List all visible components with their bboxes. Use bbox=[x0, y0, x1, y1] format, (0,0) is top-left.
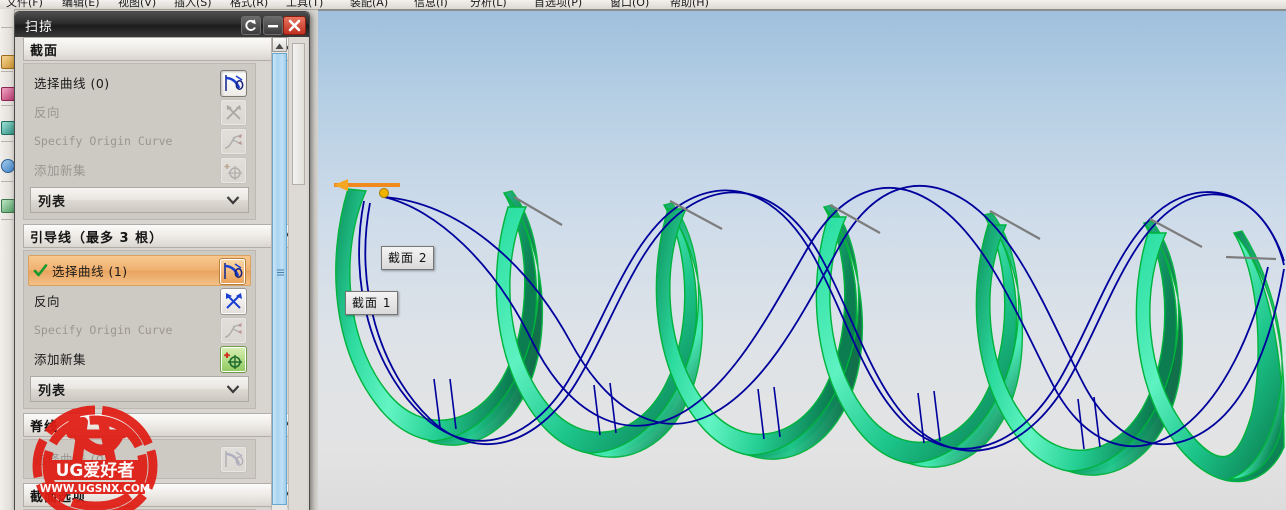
surface-icon[interactable] bbox=[1, 199, 15, 213]
helix-model bbox=[334, 179, 1285, 483]
toolbar-separator bbox=[1, 71, 13, 72]
minimize-button[interactable] bbox=[263, 16, 283, 35]
group-header-spine[interactable]: 脊线 bbox=[23, 413, 301, 437]
datum-plane-icon[interactable] bbox=[1, 55, 15, 69]
dialog-scrollbar[interactable] bbox=[271, 37, 287, 510]
close-button[interactable] bbox=[283, 16, 306, 35]
dialog-title: 扫掠 bbox=[25, 20, 54, 35]
toolbar-separator bbox=[1, 141, 13, 142]
menu-item-edit[interactable]: 编辑(E) bbox=[62, 0, 100, 9]
group-header-section-options[interactable]: 截面选项 bbox=[23, 483, 301, 507]
toolbar-separator bbox=[1, 27, 13, 28]
left-toolbar[interactable] bbox=[0, 9, 15, 510]
menu-item-view[interactable]: 视图(V) bbox=[118, 0, 156, 9]
specify-origin-curve-glyph bbox=[224, 323, 242, 338]
reverse-direction-glyph bbox=[226, 105, 241, 120]
specify-origin-curve-glyph bbox=[224, 134, 242, 149]
toolbar-separator bbox=[1, 219, 13, 220]
dialog-outer-scrollbar[interactable] bbox=[288, 37, 307, 510]
menu-item-format[interactable]: 格式(R) bbox=[230, 0, 268, 9]
group-body-guides: 选择曲线 (1) 反向 Specify Origin Curve 添加新集 列表 bbox=[23, 250, 256, 409]
group-header-guides[interactable]: 引导线（最多 3 根） bbox=[23, 224, 301, 248]
group-body-section: 选择曲线 (0) 反向 Specify Origin Curve 添加新集 列表 bbox=[23, 63, 256, 220]
row-reverse-direction-guides[interactable]: 反向 bbox=[28, 286, 251, 315]
select-curve-icon[interactable] bbox=[219, 258, 246, 285]
select-curve-glyph bbox=[225, 451, 244, 467]
group-body-spine: 选择曲线 (0) bbox=[23, 439, 256, 479]
row-specify-origin-curve-section: Specify Origin Curve bbox=[28, 126, 251, 155]
select-curve-glyph bbox=[225, 75, 244, 91]
select-curve-icon bbox=[220, 446, 247, 473]
row-select-curve-guides[interactable]: 选择曲线 (1) bbox=[28, 255, 251, 286]
reverse-direction-icon bbox=[220, 99, 247, 126]
minimize-icon bbox=[268, 25, 278, 28]
scrollbar-grip-icon bbox=[277, 269, 284, 276]
reverse-direction-icon[interactable] bbox=[220, 288, 247, 315]
row-select-curve-section[interactable]: 选择曲线 (0) bbox=[28, 68, 251, 97]
specify-origin-curve-icon bbox=[220, 317, 247, 344]
row-label: 反向 bbox=[34, 105, 61, 120]
reset-button[interactable] bbox=[241, 16, 261, 35]
list-label: 列表 bbox=[38, 194, 67, 210]
sweep-dialog[interactable]: 扫掠 截面 选择曲线 (0) 反向 Specify Origin Curve 添… bbox=[14, 11, 310, 510]
sweep-icon[interactable] bbox=[1, 159, 15, 173]
add-new-set-glyph bbox=[224, 164, 242, 180]
dialog-titlebar[interactable]: 扫掠 bbox=[15, 12, 309, 38]
group-header-section[interactable]: 截面 bbox=[23, 37, 301, 61]
row-specify-origin-curve-guides: Specify Origin Curve bbox=[28, 315, 251, 344]
reset-icon bbox=[245, 19, 256, 31]
chevron-down-icon bbox=[226, 196, 240, 205]
sketch-icon[interactable] bbox=[1, 87, 15, 101]
outer-scrollbar-thumb[interactable] bbox=[292, 43, 305, 185]
close-icon bbox=[288, 19, 301, 32]
specify-origin-curve-icon bbox=[220, 128, 247, 155]
row-add-new-set-guides[interactable]: 添加新集 bbox=[28, 344, 251, 373]
row-label: 选择曲线 (0) bbox=[34, 76, 110, 91]
chevron-up-icon bbox=[275, 43, 284, 49]
row-label: 添加新集 bbox=[34, 352, 87, 367]
section-1-label[interactable]: 截面 1 bbox=[345, 291, 399, 315]
add-new-set-icon bbox=[220, 157, 247, 184]
add-new-set-icon[interactable] bbox=[220, 346, 247, 373]
row-add-new-set-section: 添加新集 bbox=[28, 155, 251, 184]
row-label: 反向 bbox=[34, 294, 61, 309]
extrude-icon[interactable] bbox=[1, 121, 15, 135]
checkmark-glyph bbox=[33, 264, 48, 277]
section-2-label[interactable]: 截面 2 bbox=[381, 246, 435, 270]
scrollbar-up-arrow[interactable] bbox=[272, 37, 287, 52]
list-button-guides[interactable]: 列表 bbox=[30, 376, 249, 402]
row-label: Specify Origin Curve bbox=[34, 322, 173, 337]
row-label: 选择曲线 (1) bbox=[52, 264, 128, 279]
list-label: 列表 bbox=[38, 383, 67, 399]
toolbar-separator bbox=[1, 105, 13, 106]
select-curve-glyph bbox=[224, 263, 243, 279]
row-label: 添加新集 bbox=[34, 163, 87, 178]
chevron-down-icon bbox=[226, 385, 240, 394]
add-new-set-glyph bbox=[224, 352, 242, 369]
group-title-section-options: 截面选项 bbox=[30, 489, 87, 505]
group-title-section: 截面 bbox=[30, 43, 59, 59]
reverse-direction-glyph bbox=[226, 293, 242, 309]
dialog-body: 截面 选择曲线 (0) 反向 Specify Origin Curve 添加新集… bbox=[15, 37, 309, 510]
menu-item-insert[interactable]: 插入(S) bbox=[174, 0, 212, 9]
group-title-spine: 脊线 bbox=[30, 419, 59, 435]
row-label: 选择曲线 (0) bbox=[34, 452, 110, 467]
select-curve-icon[interactable] bbox=[220, 70, 247, 97]
toolbar-separator bbox=[1, 181, 13, 182]
row-label: Specify Origin Curve bbox=[34, 133, 173, 148]
list-button-section[interactable]: 列表 bbox=[30, 187, 249, 213]
row-select-curve-spine: 选择曲线 (0) bbox=[28, 444, 251, 473]
row-reverse-direction-section: 反向 bbox=[28, 97, 251, 126]
checkmark-icon bbox=[33, 263, 48, 278]
scrollbar-thumb[interactable] bbox=[272, 53, 287, 505]
group-title-guides: 引导线（最多 3 根） bbox=[30, 230, 164, 246]
graphics-viewport[interactable]: 截面 2 截面 1 bbox=[318, 11, 1286, 510]
